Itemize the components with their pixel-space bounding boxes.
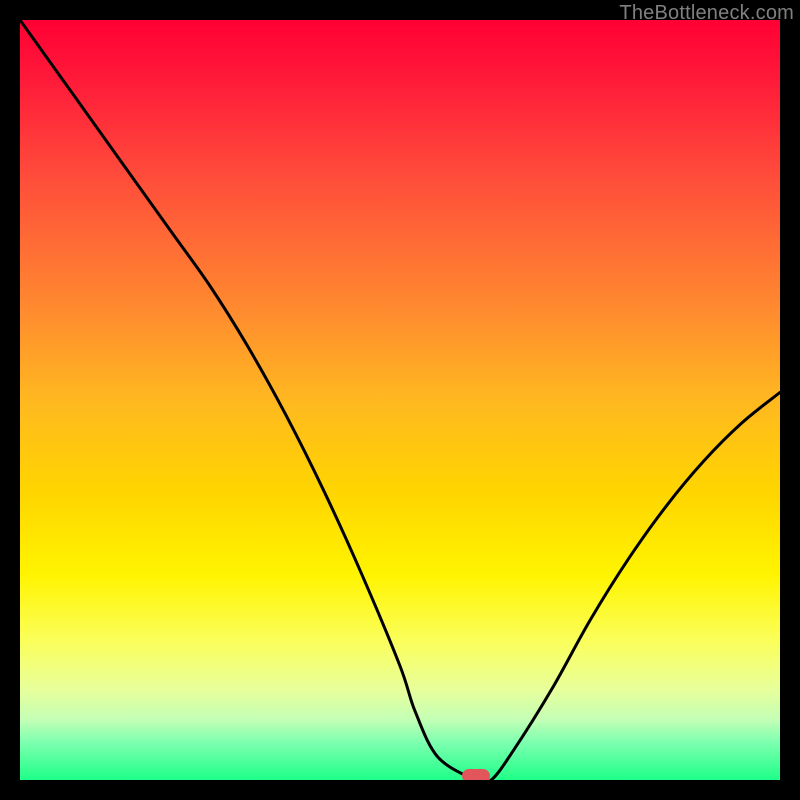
- plot-area: [20, 20, 780, 780]
- minimum-marker: [462, 769, 490, 780]
- bottleneck-curve: [20, 20, 780, 780]
- chart-container: TheBottleneck.com: [0, 0, 800, 800]
